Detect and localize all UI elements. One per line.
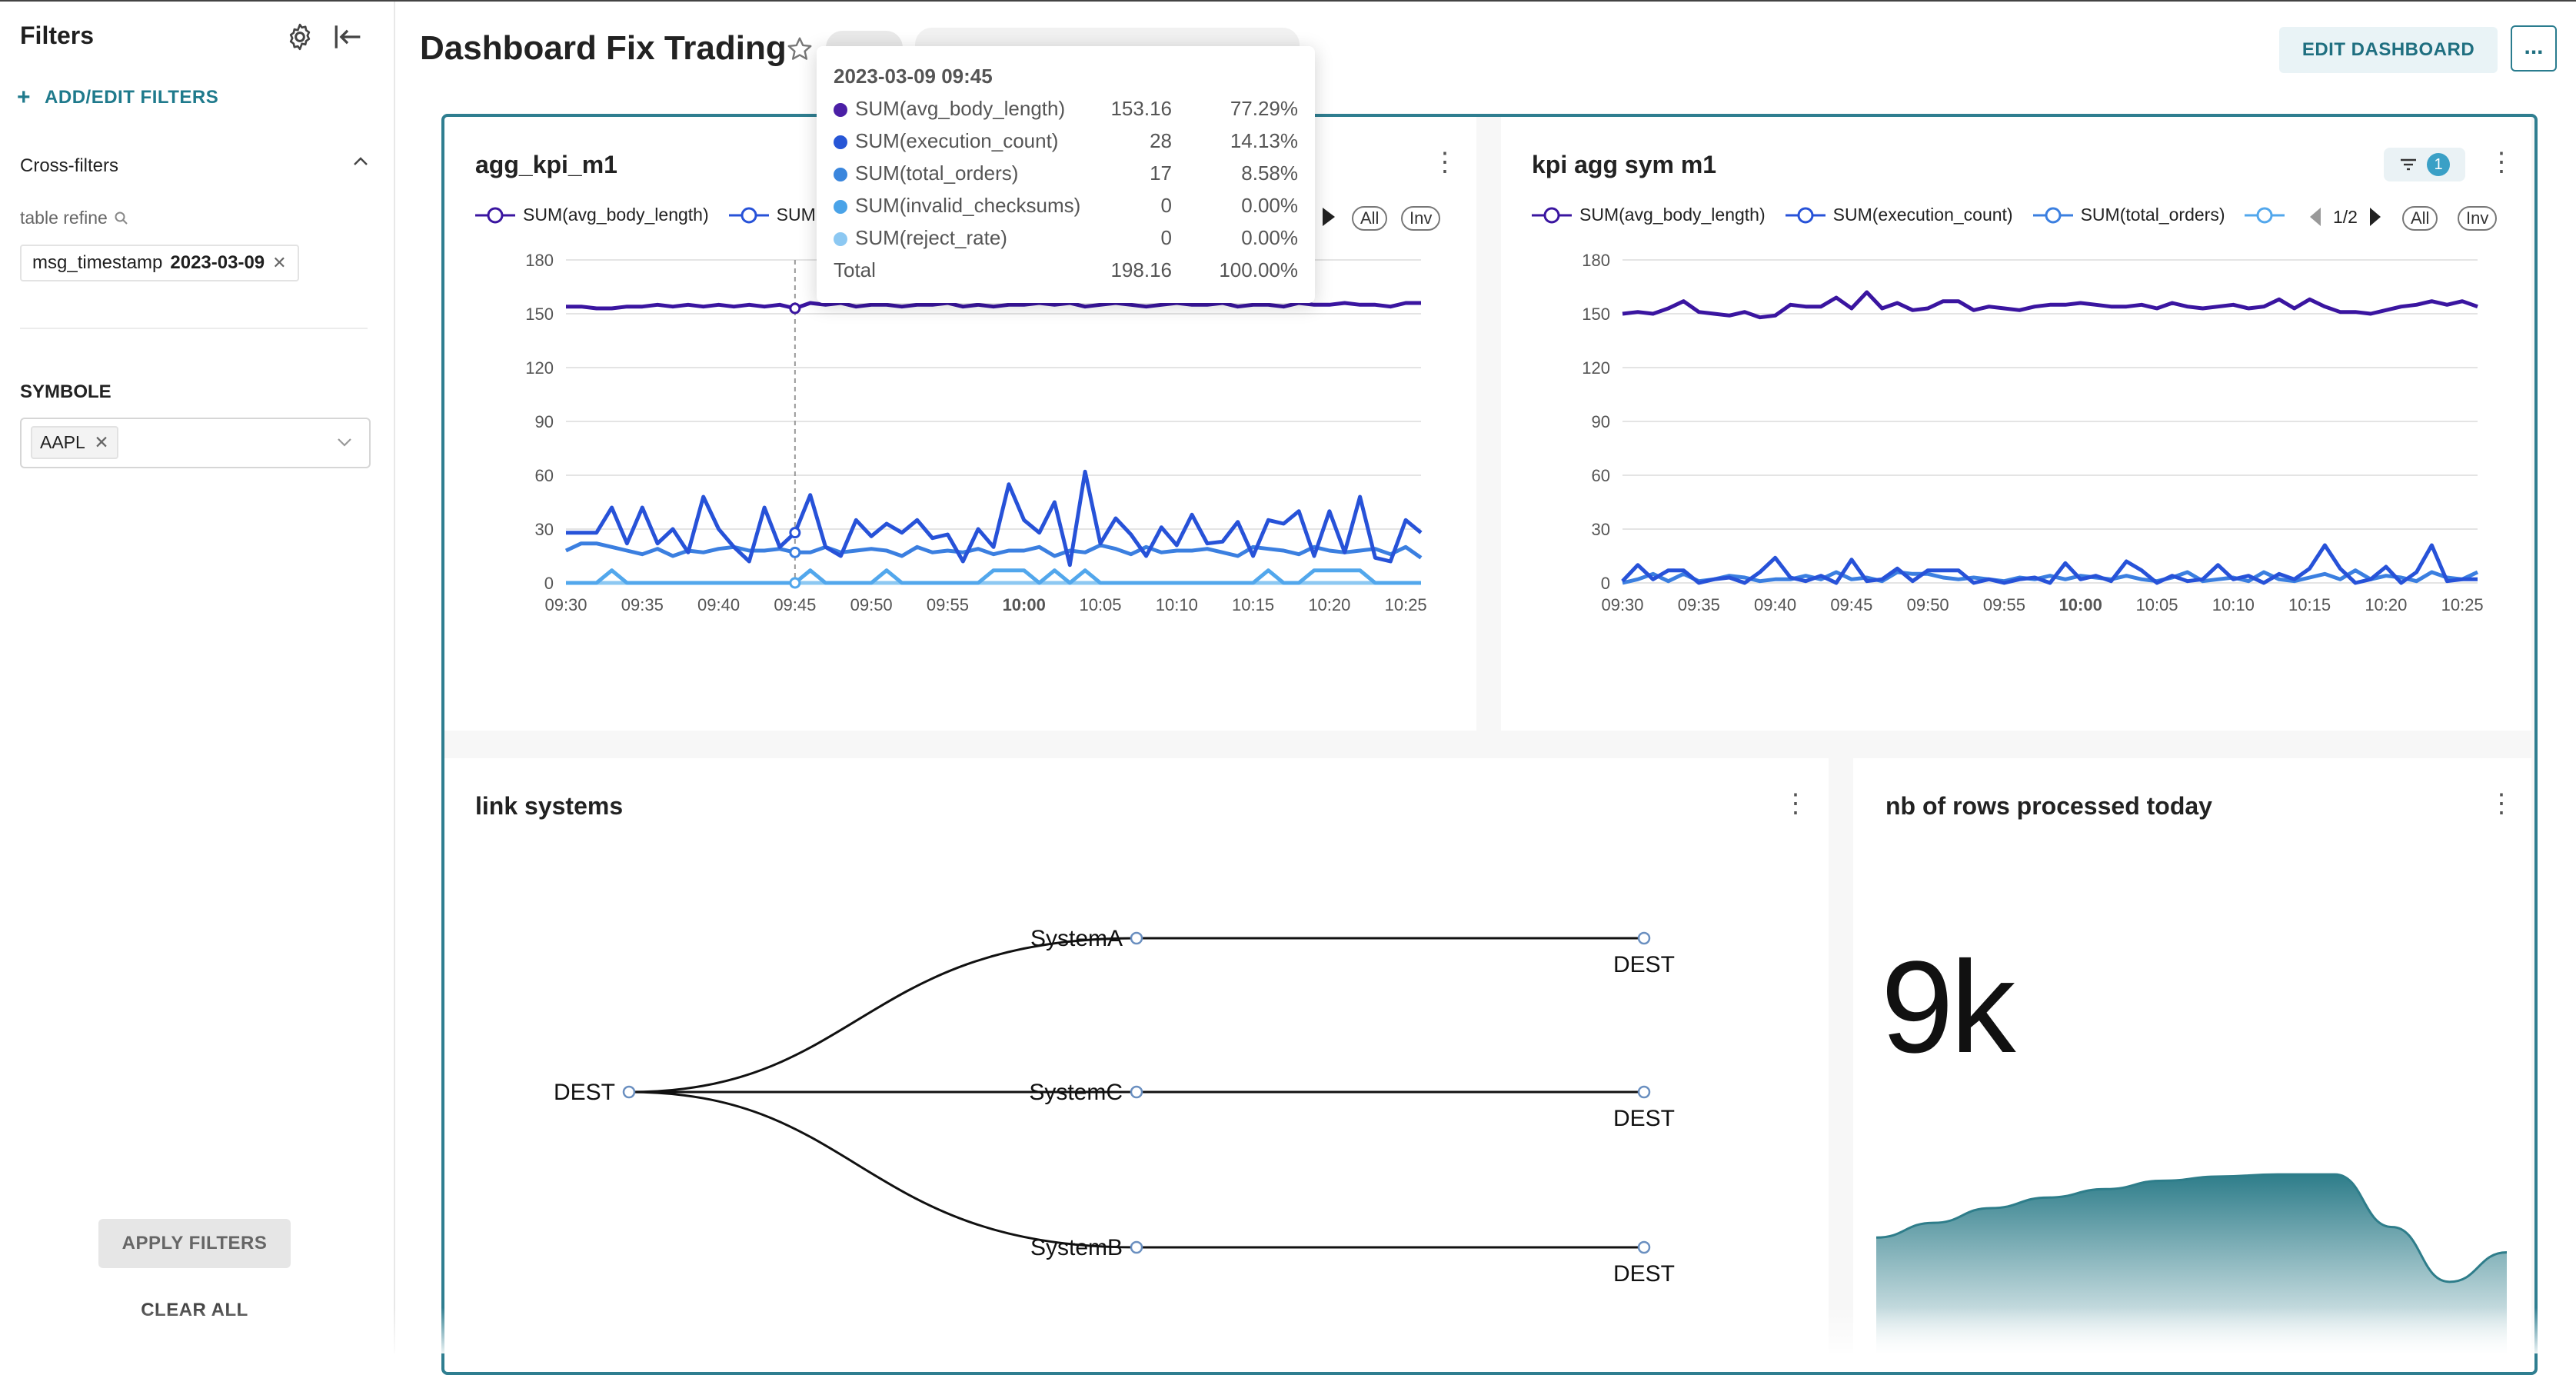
remove-tag-icon[interactable]: ✕ <box>94 432 108 452</box>
series-dot-icon <box>834 168 847 181</box>
series-dot-icon <box>834 135 847 149</box>
tooltip-series-label: SUM(invalid_checksums) <box>855 194 1081 217</box>
tooltip-series-pct: 8.58% <box>1241 161 1298 185</box>
edit-dashboard-button[interactable]: EDIT DASHBOARD <box>2279 27 2498 73</box>
chevron-down-icon[interactable] <box>335 434 354 454</box>
tooltip-series-pct: 77.29% <box>1230 97 1298 120</box>
series-dot-icon <box>834 200 847 214</box>
tooltip-row: SUM(execution_count) 28 14.13% <box>834 129 1298 155</box>
cross-filter-chip[interactable]: msg_timestamp 2023-03-09 ✕ <box>20 245 299 281</box>
tooltip-row: SUM(invalid_checksums) 0 0.00% <box>834 194 1298 220</box>
tooltip-total-row: Total 198.16 100.00% <box>834 258 1298 285</box>
tooltip-series-pct: 0.00% <box>1241 226 1298 249</box>
symbole-select[interactable]: AAPL ✕ <box>20 418 371 468</box>
add-edit-filters-button[interactable]: + ADD/EDIT FILTERS <box>17 85 218 111</box>
tooltip-series-value: 0 <box>1160 194 1172 217</box>
gear-icon[interactable] <box>285 22 315 52</box>
tooltip-series-value: 0 <box>1160 226 1172 249</box>
tooltip-series-pct: 0.00% <box>1241 194 1298 217</box>
cross-filters-label: Cross-filters <box>20 155 119 176</box>
collapse-sidebar-icon[interactable] <box>332 23 363 51</box>
chart-tooltip: 2023-03-09 09:45 SUM(avg_body_length) 153… <box>817 46 1315 303</box>
filters-sidebar: Filters + ADD/EDIT FILTERS Cross-filters… <box>0 2 395 1353</box>
tooltip-date: 2023-03-09 09:45 <box>834 65 993 88</box>
divider <box>20 328 368 329</box>
more-options-button[interactable]: ... <box>2511 25 2557 72</box>
cross-filter-field: msg_timestamp <box>32 252 163 273</box>
star-icon[interactable] <box>786 35 814 67</box>
tooltip-series-label: SUM(total_orders) <box>855 161 1019 185</box>
cross-filter-value: 2023-03-09 <box>170 252 265 273</box>
tooltip-row: SUM(total_orders) 17 8.58% <box>834 161 1298 188</box>
tooltip-series-value: 17 <box>1150 161 1172 185</box>
table-refine-label: table refine <box>20 208 108 228</box>
add-edit-filters-label: ADD/EDIT FILTERS <box>45 87 219 108</box>
apply-filters-button[interactable]: APPLY FILTERS <box>98 1219 291 1268</box>
tooltip-series-label: SUM(execution_count) <box>855 129 1059 152</box>
tooltip-series-pct: 14.13% <box>1230 129 1298 152</box>
close-icon[interactable]: ✕ <box>272 253 286 273</box>
search-icon <box>115 211 128 225</box>
tooltip-total-label: Total <box>834 258 876 281</box>
sidebar-title: Filters <box>20 22 95 49</box>
dashboard-focus-outline <box>441 114 2538 1375</box>
series-dot-icon <box>834 232 847 246</box>
bottom-fade <box>0 1307 2576 1353</box>
tooltip-series-label: SUM(reject_rate) <box>855 226 1007 249</box>
tooltip-row: SUM(avg_body_length) 153.16 77.29% <box>834 97 1298 123</box>
tooltip-series-value: 153.16 <box>1110 97 1172 120</box>
chevron-up-icon[interactable] <box>352 154 369 173</box>
selected-tag-label: AAPL <box>40 432 85 452</box>
tooltip-series-label: SUM(avg_body_length) <box>855 97 1066 120</box>
tooltip-total-value: 198.16 <box>1110 258 1172 281</box>
tooltip-total-pct: 100.00% <box>1219 258 1298 281</box>
plus-icon: + <box>17 85 32 110</box>
dashboard-title: Dashboard Fix Trading <box>420 29 787 67</box>
tooltip-row: SUM(reject_rate) 0 0.00% <box>834 226 1298 252</box>
symbole-label: SYMBOLE <box>20 381 111 402</box>
table-refine-label-row: table refine <box>20 208 129 228</box>
tooltip-series-value: 28 <box>1150 129 1172 152</box>
selected-tag: AAPL ✕ <box>31 426 118 459</box>
series-dot-icon <box>834 103 847 117</box>
